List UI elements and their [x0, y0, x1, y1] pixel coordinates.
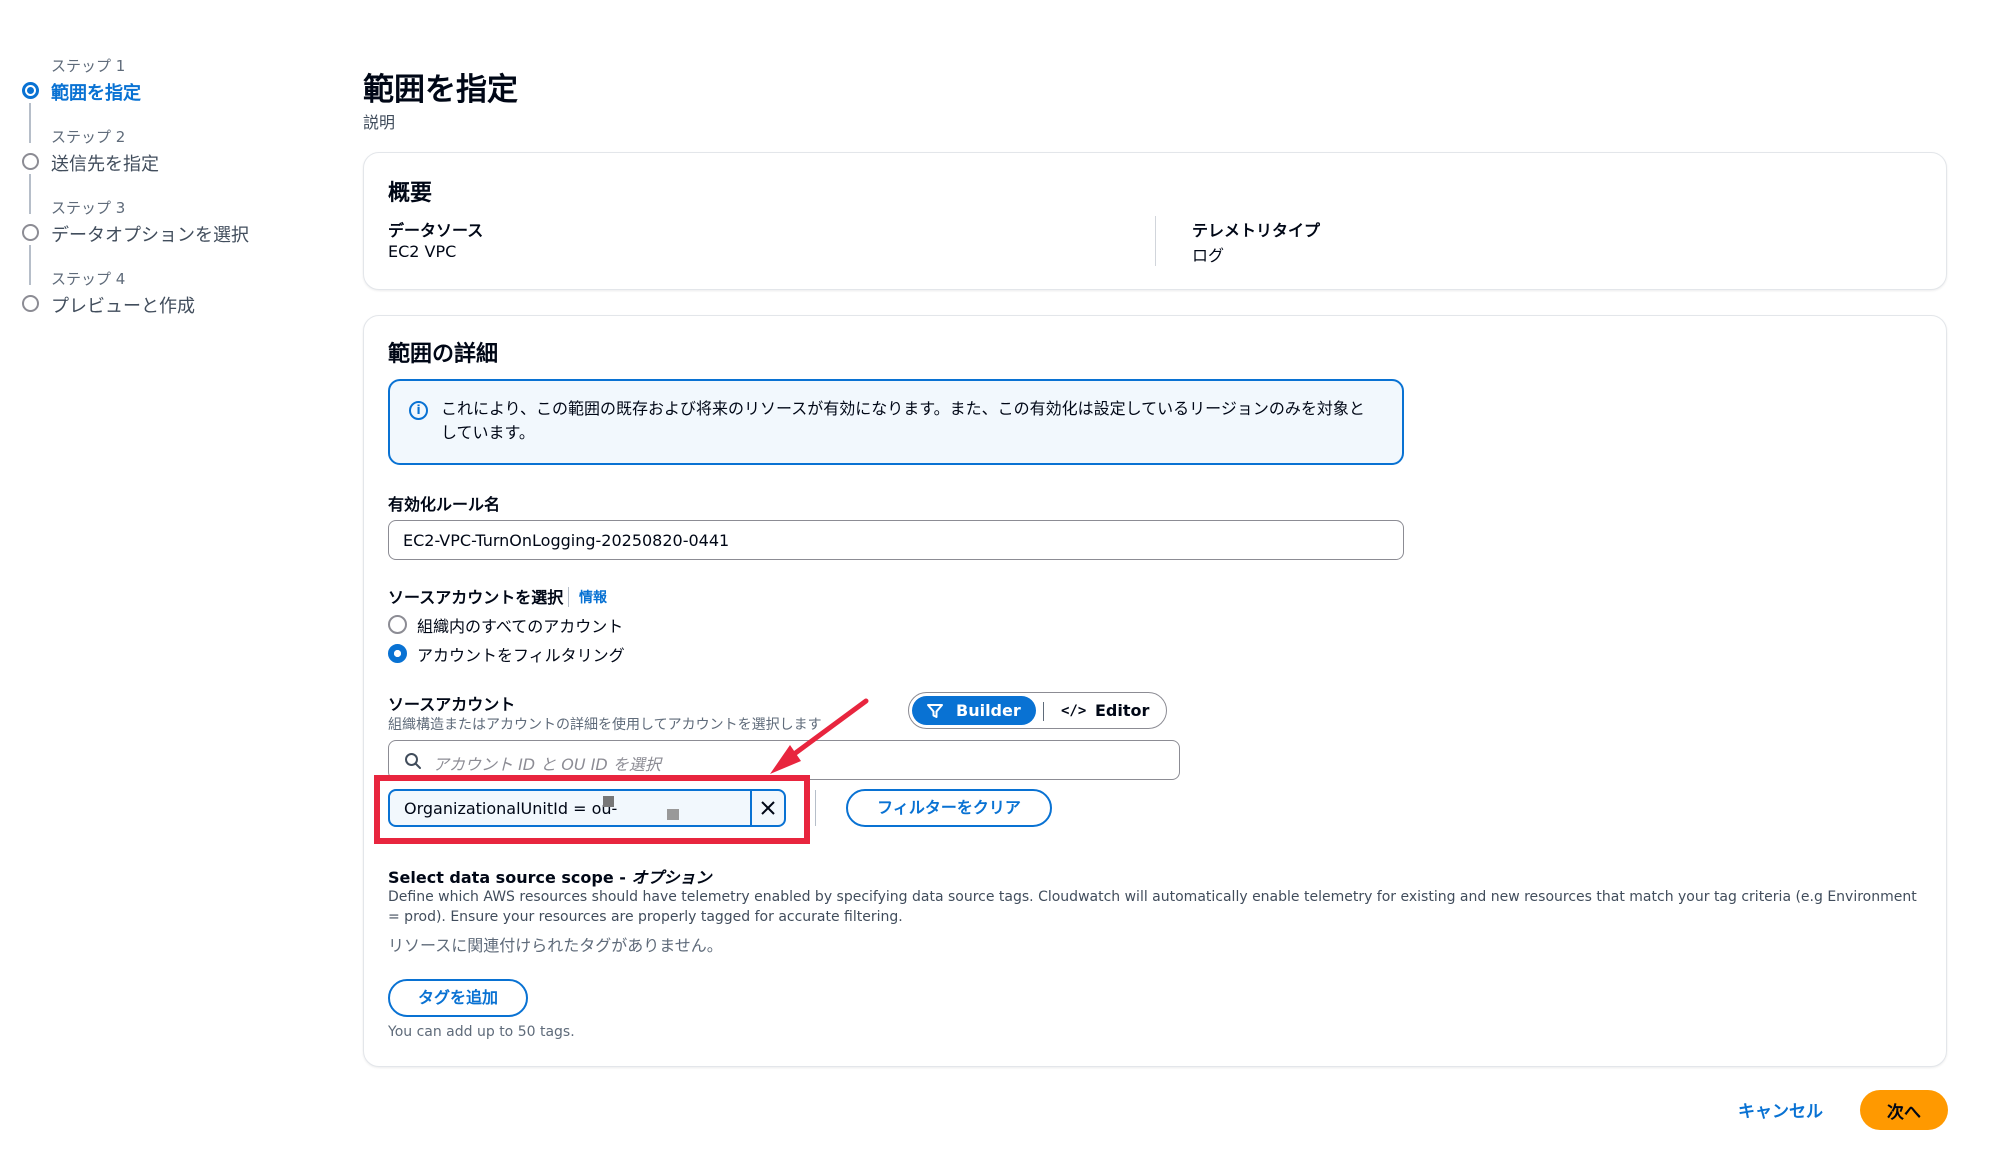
step-3-name[interactable]: データオプションを選択	[51, 221, 249, 247]
step-1[interactable]: ステップ 1 範囲を指定	[18, 52, 318, 143]
clear-filters-button[interactable]: フィルターをクリア	[846, 789, 1052, 827]
telemetry-type-label: テレメトリタイプ	[1192, 221, 1321, 240]
step-2-label: ステップ 2	[51, 128, 126, 146]
step-4[interactable]: ステップ 4 プレビューと作成	[18, 265, 318, 336]
overview-container: 概要 データソース EC2 VPC テレメトリタイプ ログ	[363, 152, 1947, 290]
step-4-circle-icon	[22, 295, 39, 312]
editor-label: Editor	[1095, 701, 1150, 720]
step-1-label: ステップ 1	[51, 57, 126, 75]
scope-title-optional: オプション	[631, 868, 712, 887]
overview-title: 概要	[388, 181, 433, 206]
column-divider	[1155, 216, 1156, 266]
page-description: 説明	[363, 113, 396, 132]
data-source-value: EC2 VPC	[388, 242, 457, 261]
telemetry-type-value: ログ	[1192, 246, 1225, 265]
builder-editor-toggle: Builder </> Editor	[908, 692, 1167, 729]
info-alert-text: これにより、この範囲の既存および将来のリソースが有効になります。また、この有効化…	[441, 399, 1365, 442]
data-source-label: データソース	[388, 221, 484, 240]
account-search-placeholder[interactable]: アカウント ID と OU ID を選択	[433, 751, 661, 775]
scope-details-container: 範囲の詳細 i これにより、この範囲の既存および将来のリソースが有効になります。…	[363, 315, 1947, 1067]
rule-name-label: 有効化ルール名	[388, 495, 501, 514]
step-2-name[interactable]: 送信先を指定	[51, 150, 159, 176]
info-icon: i	[409, 401, 428, 420]
step-3[interactable]: ステップ 3 データオプションを選択	[18, 194, 318, 285]
scope-title: Select data source scope - オプション	[388, 864, 711, 888]
info-link[interactable]: 情報	[568, 587, 607, 607]
add-tag-button[interactable]: タグを追加	[388, 979, 528, 1017]
tag-limit-text: You can add up to 50 tags.	[388, 1024, 575, 1040]
page-title: 範囲を指定	[363, 72, 518, 108]
token-divider	[750, 791, 752, 825]
wizard-steps: ステップ 1 範囲を指定 ステップ 2 送信先を指定 ステップ 3 データオプシ…	[18, 52, 318, 336]
close-icon[interactable]	[758, 798, 778, 818]
scope-title-text: Select data source scope -	[388, 868, 632, 887]
radio-filter-accounts-label: アカウントをフィルタリング	[417, 646, 625, 665]
source-account-select-label: ソースアカウントを選択	[388, 588, 564, 607]
builder-toggle-button[interactable]: Builder	[912, 696, 1036, 725]
editor-toggle-button[interactable]: </> Editor	[1049, 696, 1159, 725]
account-search[interactable]: アカウント ID と OU ID を選択	[388, 740, 1180, 780]
step-2-circle-icon	[22, 153, 39, 170]
step-3-circle-icon	[22, 224, 39, 241]
rule-name-input[interactable]	[388, 520, 1404, 560]
step-4-name[interactable]: プレビューと作成	[51, 292, 195, 318]
builder-label: Builder	[956, 701, 1021, 720]
code-icon: </>	[1061, 703, 1087, 719]
source-account-label: ソースアカウント	[388, 695, 516, 714]
scope-description: Define which AWS resources should have t…	[388, 889, 1917, 925]
scope-details-title: 範囲の詳細	[388, 342, 499, 367]
info-alert: i これにより、この範囲の既存および将来のリソースが有効になります。また、この有…	[388, 379, 1404, 465]
filter-separator	[815, 790, 816, 826]
next-button[interactable]: 次へ	[1860, 1090, 1948, 1130]
step-2[interactable]: ステップ 2 送信先を指定	[18, 123, 318, 214]
filter-icon	[927, 704, 943, 718]
toggle-separator	[1043, 702, 1044, 721]
step-1-current-icon	[22, 82, 39, 99]
radio-unchecked-icon[interactable]	[388, 615, 407, 634]
cancel-button[interactable]: キャンセル	[1738, 1097, 1823, 1122]
filter-token[interactable]: OrganizationalUnitId = ou-	[388, 789, 786, 827]
search-icon	[405, 753, 421, 769]
source-account-hint: 組織構造またはアカウントの詳細を使用してアカウントを選択します	[388, 717, 822, 733]
step-4-label: ステップ 4	[51, 270, 126, 288]
radio-checked-icon[interactable]	[388, 644, 407, 663]
redacted-mark	[667, 809, 679, 820]
step-3-label: ステップ 3	[51, 199, 126, 217]
radio-all-accounts-label: 組織内のすべてのアカウント	[417, 617, 624, 636]
step-1-name[interactable]: 範囲を指定	[51, 79, 141, 105]
redacted-mark	[603, 796, 614, 807]
filter-token-text: OrganizationalUnitId = ou-	[404, 799, 618, 818]
no-tags-message: リソースに関連付けられたタグがありません。	[388, 936, 723, 955]
